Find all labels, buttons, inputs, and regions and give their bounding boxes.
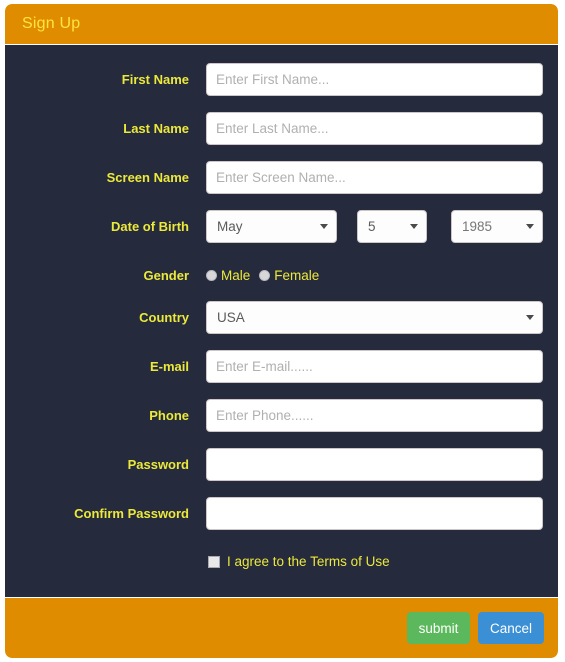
phone-input[interactable] <box>206 399 543 432</box>
form-row-terms: I agree to the Terms of Use <box>5 550 558 576</box>
dob-year-value: 1985 <box>462 219 493 234</box>
label-country: Country <box>139 310 189 325</box>
form-row-gender: Gender Male Female <box>5 259 558 293</box>
confirm-password-input[interactable] <box>206 497 543 530</box>
email-input[interactable] <box>206 350 543 383</box>
terms-label: I agree to the Terms of Use <box>227 554 390 569</box>
form-row-confirm-password: Confirm Password <box>5 497 558 531</box>
form-row-email: E-mail <box>5 350 558 384</box>
password-input[interactable] <box>206 448 543 481</box>
label-password: Password <box>127 457 189 472</box>
form-row-first-name: First Name <box>5 63 558 97</box>
form-row-phone: Phone <box>5 399 558 433</box>
label-confirm-password: Confirm Password <box>74 506 189 521</box>
form-row-password: Password <box>5 448 558 482</box>
radio-label-male: Male <box>221 268 251 284</box>
form-row-last-name: Last Name <box>5 112 558 146</box>
cancel-button[interactable]: Cancel <box>478 612 544 644</box>
label-date-of-birth: Date of Birth <box>111 219 189 234</box>
dob-month-select[interactable]: May <box>206 210 337 243</box>
panel-footer: submit Cancel <box>5 598 558 658</box>
chevron-down-icon <box>410 224 418 229</box>
dob-day-select[interactable]: 5 <box>357 210 427 243</box>
dob-year-select[interactable]: 1985 <box>451 210 543 243</box>
form-row-screen-name: Screen Name <box>5 161 558 195</box>
radio-male[interactable] <box>206 270 217 282</box>
label-email: E-mail <box>149 359 189 374</box>
first-name-input[interactable] <box>206 63 543 96</box>
signup-form: First Name Last Name Screen Name Date of… <box>5 45 558 597</box>
panel-header: Sign Up <box>5 4 558 44</box>
screen-name-input[interactable] <box>206 161 543 194</box>
label-last-name: Last Name <box>123 121 189 136</box>
dob-day-value: 5 <box>368 219 376 234</box>
form-row-date-of-birth: Date of Birth May 5 1985 <box>5 210 558 244</box>
radio-label-female: Female <box>274 268 320 284</box>
last-name-input[interactable] <box>206 112 543 145</box>
chevron-down-icon <box>526 224 534 229</box>
label-phone: Phone <box>149 408 189 423</box>
page-title: Sign Up <box>22 15 81 32</box>
country-value: USA <box>217 310 245 325</box>
terms-checkbox[interactable] <box>208 556 220 568</box>
label-first-name: First Name <box>121 72 189 87</box>
chevron-down-icon <box>320 224 328 229</box>
gender-radio-group: Male Female <box>206 259 328 292</box>
label-gender: Gender <box>143 268 189 283</box>
country-select[interactable]: USA <box>206 301 543 334</box>
signup-panel: Sign Up First Name Last Name Screen Name… <box>5 4 558 658</box>
dob-month-value: May <box>217 219 243 234</box>
form-row-country: Country USA <box>5 301 558 335</box>
label-screen-name: Screen Name <box>106 170 189 185</box>
chevron-down-icon <box>526 315 534 320</box>
submit-button[interactable]: submit <box>407 612 470 644</box>
radio-female[interactable] <box>259 270 271 282</box>
